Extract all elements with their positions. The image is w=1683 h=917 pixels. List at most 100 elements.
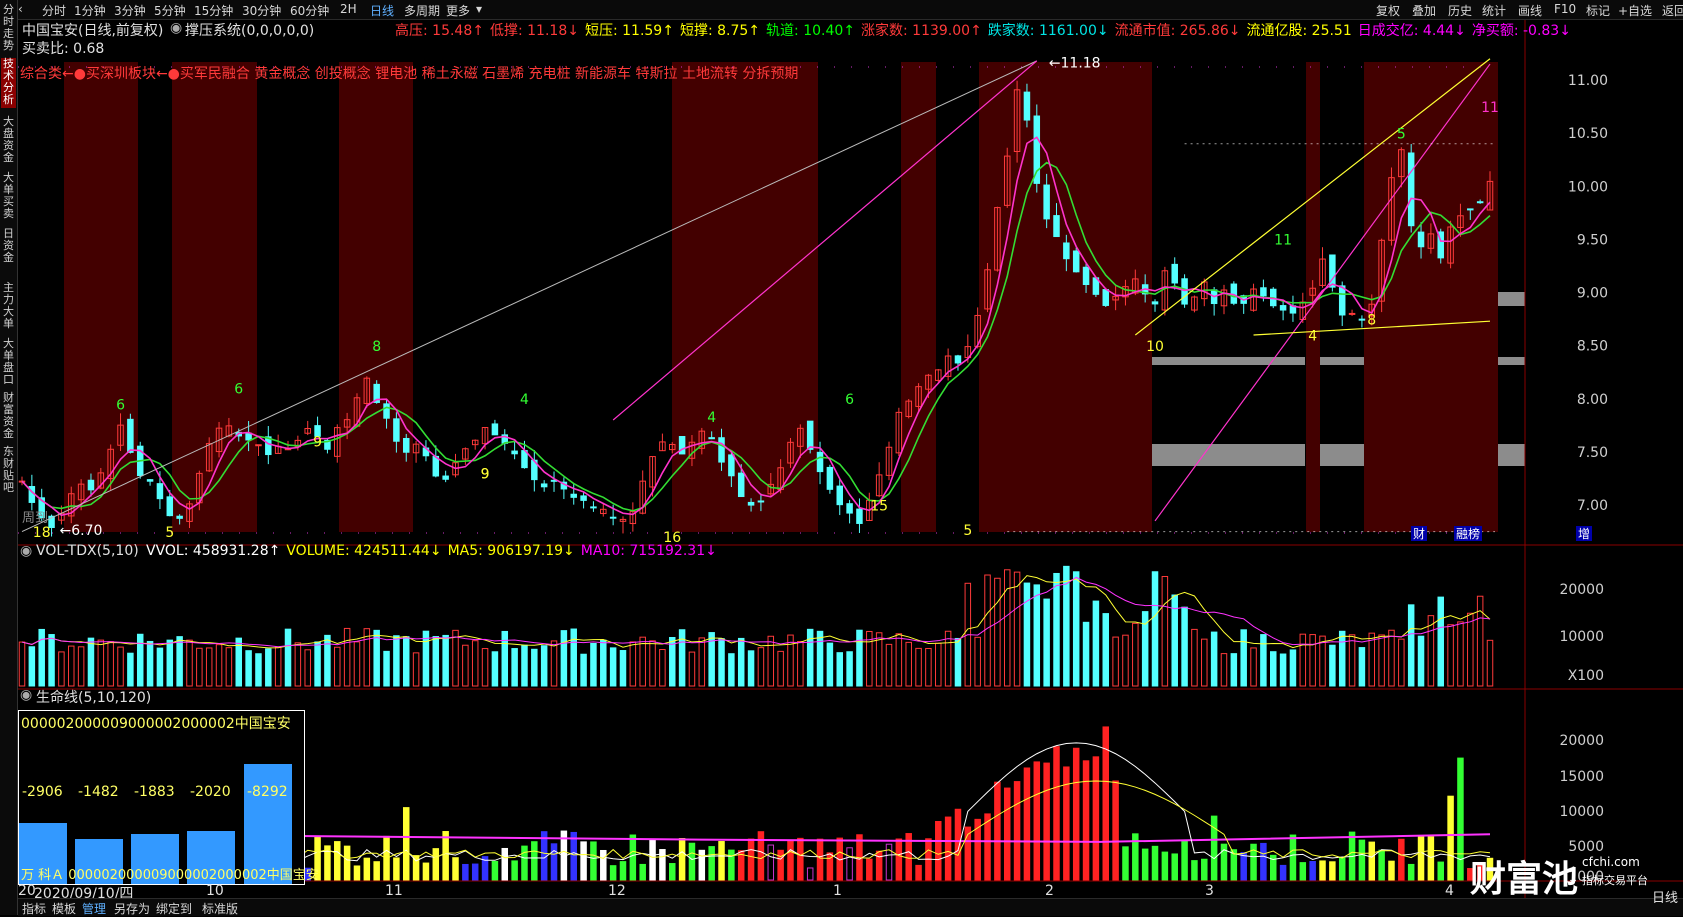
candle-body [1279, 305, 1287, 311]
volume-bar [1447, 624, 1454, 687]
candle-body [127, 418, 134, 453]
life-bar [1398, 838, 1405, 881]
life-bar [895, 838, 903, 881]
volume-bar [1033, 584, 1041, 687]
candle-body [1171, 263, 1178, 284]
popup-value: -1482 [78, 784, 119, 800]
volume-bar [816, 630, 824, 687]
volume-bar [521, 644, 528, 687]
vol-tick: 20000 [1559, 582, 1604, 598]
btn-save-as[interactable]: 另存为 [114, 900, 150, 917]
life-bar [609, 865, 617, 881]
volume-bar [1467, 612, 1474, 687]
life-bar [1407, 863, 1415, 881]
life-bar [1319, 860, 1326, 881]
volume-bar [1132, 622, 1139, 687]
volume-bar [186, 639, 193, 687]
life-collapse-icon[interactable]: ◉ [20, 687, 32, 703]
life-title: 生命线(5,10,120) [36, 690, 152, 706]
popup-value: -2906 [22, 784, 63, 800]
volume-bar [481, 648, 489, 687]
candle-body [836, 485, 843, 506]
volume-bar [1003, 569, 1011, 687]
life-bar [393, 857, 400, 881]
btn-template[interactable]: 模板 [52, 900, 76, 917]
btn-indicator[interactable]: 指标 [22, 900, 46, 917]
volume-bar [728, 653, 735, 687]
volume-bar [28, 646, 36, 687]
volume-bar [974, 636, 981, 687]
settings-icon[interactable]: ◉ [170, 20, 182, 36]
indicator-value: 日成交亿: 4.44↓ [1357, 23, 1466, 39]
life-bar [1210, 815, 1218, 881]
candle-body [816, 451, 824, 473]
volume-bar [274, 646, 282, 687]
life-bar [422, 862, 430, 881]
volume-bar [531, 648, 538, 687]
candle-body [580, 495, 587, 501]
volume-bar [1092, 600, 1100, 687]
volume-bar [462, 644, 469, 687]
life-bar [1299, 862, 1307, 881]
candle-body [1476, 201, 1484, 204]
volume-bar [373, 629, 380, 687]
count-label: 11 [1481, 100, 1499, 116]
volume-bar [806, 628, 814, 687]
volume-bar [117, 646, 124, 687]
life-bar [1122, 846, 1129, 881]
volume-bar [688, 651, 696, 687]
fund-flow-popup: 000002000009000002000002中国宝安 -2906 -1482… [18, 710, 319, 885]
indicator-value: 跌家数: 1161.00↓ [987, 23, 1109, 39]
life-bar [1427, 836, 1435, 881]
volume-bar [600, 639, 607, 687]
life-bar [1141, 848, 1149, 881]
life-bar [678, 838, 686, 881]
shade-zone [339, 62, 413, 532]
life-bar [343, 845, 351, 881]
count-label: 10 [1146, 339, 1164, 355]
indicator-value: 流通亿股: 25.51 [1246, 23, 1352, 39]
volume-bar [1279, 653, 1287, 687]
concept-tags[interactable]: 综合类←●买深圳板块←●买军民融合 黄金概念 创投概念 锂电池 稀土永磁 石墨烯… [20, 63, 798, 83]
shade-zone [64, 62, 138, 532]
life-bar [718, 841, 725, 881]
life-bar [994, 781, 1001, 881]
life-bar [708, 846, 715, 881]
vol-collapse-icon[interactable]: ◉ [20, 543, 32, 559]
btn-bind[interactable]: 绑定到 [156, 900, 192, 917]
popup-value: -2020 [190, 784, 231, 800]
btn-manage[interactable]: 管理 [82, 900, 106, 917]
candle-body [1053, 215, 1060, 238]
life-bar [846, 847, 853, 881]
volume-bar [1260, 634, 1267, 687]
volume-bar [698, 637, 706, 687]
btn-standard[interactable]: 标准版 [202, 900, 238, 917]
volume-bar [1023, 582, 1031, 687]
period-label: 日线 [1652, 891, 1679, 906]
candle-body [540, 483, 548, 488]
volume-bar [255, 653, 262, 687]
life-tick: 20000 [1559, 733, 1604, 749]
month-label: 4 [1445, 883, 1454, 899]
event-tag-label: 增 [1578, 527, 1590, 541]
life-bar [915, 864, 922, 881]
indicator-value: VOLUME: 424511.44↓ [286, 543, 442, 559]
life-bar [1023, 767, 1031, 881]
popup-value: -8292 [247, 784, 288, 800]
volume-bar [540, 645, 548, 687]
volume-bar [580, 653, 587, 687]
vol-values: VVOL: 458931.28↑ VOLUME: 424511.44↓ MA5: 9… [146, 543, 723, 559]
popup-title: 000002000009000002000002中国宝安 [21, 716, 291, 732]
count-label: 4 [1308, 328, 1317, 344]
candle-body [1033, 115, 1041, 184]
life-bar [1388, 860, 1395, 881]
life-bar [491, 860, 499, 881]
volume-bar [609, 647, 617, 687]
volume-bar [1072, 571, 1080, 687]
volume-bar [196, 647, 203, 687]
candle-body [718, 437, 725, 463]
count-label: 8 [1367, 312, 1376, 328]
count-label: 4 [707, 410, 716, 426]
volume-bar [590, 642, 597, 687]
indicator-value: MA10: 715192.31↓ [580, 543, 717, 559]
